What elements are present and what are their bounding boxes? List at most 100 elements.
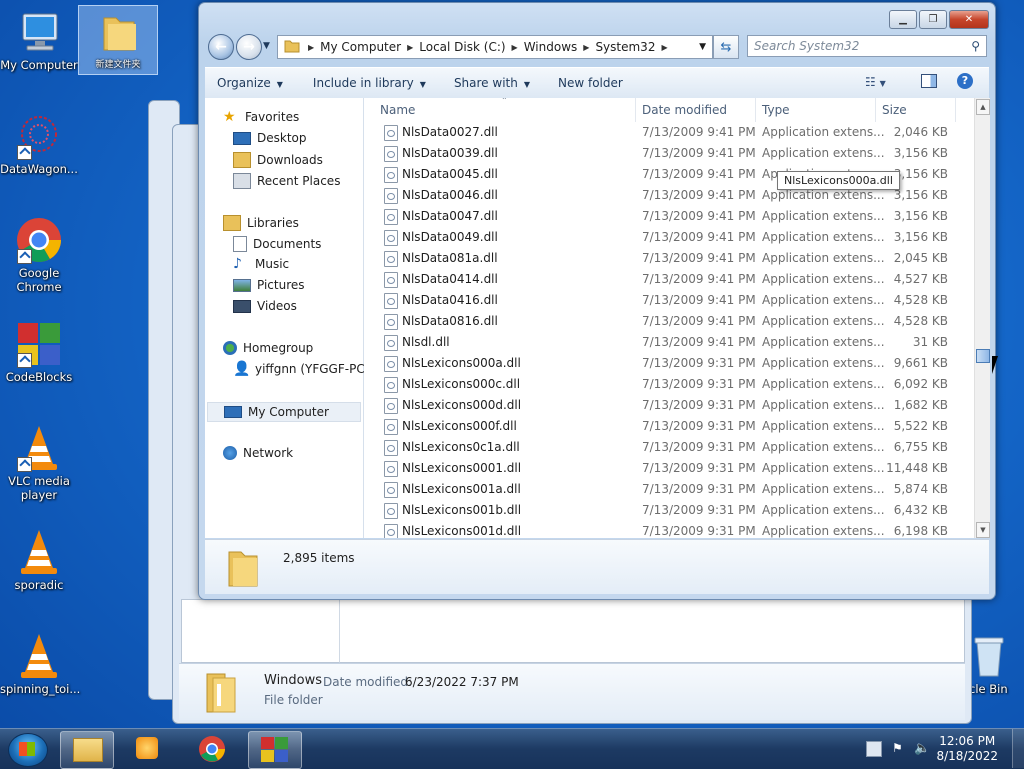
vertical-scrollbar[interactable]: ▲ ▼ xyxy=(974,98,990,538)
nav-documents[interactable]: Documents xyxy=(233,236,321,252)
file-type: Application extens... xyxy=(762,146,885,160)
change-view-button[interactable]: ☷ ▼ xyxy=(865,75,886,89)
nav-user[interactable]: 👤 yiffgnn (YFGGF-PC) xyxy=(233,362,369,376)
file-row[interactable]: NlsData0416.dll 7/13/2009 9:41 PM Applicat… xyxy=(364,290,974,311)
file-size: 4,528 KB xyxy=(893,314,948,328)
help-button[interactable]: ? xyxy=(957,73,973,89)
desktop-icon-vlc[interactable]: VLC media player xyxy=(0,424,78,502)
network-tray-icon[interactable] xyxy=(866,741,882,757)
desktop-icon-label: 新建文件夹 xyxy=(95,60,141,70)
file-row[interactable]: NlsLexicons0c1a.dll 7/13/2009 9:31 PM Appl… xyxy=(364,437,974,458)
show-desktop-button[interactable] xyxy=(1012,729,1024,768)
file-name: NlsData0414.dll xyxy=(402,272,498,286)
file-row[interactable]: NlsData0414.dll 7/13/2009 9:41 PM Applicat… xyxy=(364,269,974,290)
file-row[interactable]: NlsData0049.dll 7/13/2009 9:41 PM Applicat… xyxy=(364,227,974,248)
maximize-button[interactable]: ❐ xyxy=(919,10,947,29)
column-header-name[interactable]: Name xyxy=(374,98,636,122)
recent-pages-dropdown[interactable]: ▼ xyxy=(263,41,270,51)
nav-favorites[interactable]: ★ Favorites xyxy=(223,110,299,124)
file-row[interactable]: NlsLexicons001d.dll 7/13/2009 9:31 PM Appl… xyxy=(364,521,974,538)
taskbar-chrome-button[interactable] xyxy=(186,731,238,767)
nav-homegroup[interactable]: Homegroup xyxy=(223,341,313,355)
file-row[interactable]: NlsLexicons000d.dll 7/13/2009 9:31 PM Appl… xyxy=(364,395,974,416)
file-row[interactable]: NlsLexicons000c.dll 7/13/2009 9:31 PM Appl… xyxy=(364,374,974,395)
scrollbar-thumb[interactable] xyxy=(976,349,990,363)
nav-pictures[interactable]: Pictures xyxy=(233,278,305,292)
nav-music[interactable]: ♪ Music xyxy=(233,257,289,271)
close-button[interactable]: ✕ xyxy=(949,10,989,29)
file-row[interactable]: NlsData0047.dll 7/13/2009 9:41 PM Applicat… xyxy=(364,206,974,227)
dll-file-icon xyxy=(384,314,398,330)
breadcrumb-local-disk[interactable]: Local Disk (C:) xyxy=(413,40,511,54)
new-folder-button[interactable]: New folder xyxy=(546,76,635,90)
file-row[interactable]: NlsData0816.dll 7/13/2009 9:41 PM Applicat… xyxy=(364,311,974,332)
file-name: NlsData0027.dll xyxy=(402,125,498,139)
file-row[interactable]: NlsLexicons000f.dll 7/13/2009 9:31 PM Appl… xyxy=(364,416,974,437)
file-name: NlsLexicons001a.dll xyxy=(402,482,521,496)
forward-button[interactable]: → xyxy=(236,34,262,60)
organize-menu[interactable]: Organize ▼ xyxy=(205,76,295,90)
desktop-icon-label: sporadic xyxy=(14,578,64,592)
column-header-type[interactable]: Type xyxy=(756,98,876,122)
dll-file-icon xyxy=(384,335,398,351)
file-row[interactable]: NlsLexicons000a.dll 7/13/2009 9:31 PM Appl… xyxy=(364,353,974,374)
nav-downloads[interactable]: Downloads xyxy=(233,152,323,168)
nav-libraries[interactable]: Libraries xyxy=(223,215,299,231)
shortcut-arrow-icon xyxy=(17,249,32,264)
file-type: Application extens... xyxy=(762,293,885,307)
file-size: 1,682 KB xyxy=(893,398,948,412)
address-dropdown-icon[interactable]: ▼ xyxy=(699,42,706,52)
preview-pane-button[interactable] xyxy=(921,74,937,88)
breadcrumb-windows[interactable]: Windows xyxy=(518,40,584,54)
scroll-up-button[interactable]: ▲ xyxy=(976,99,990,115)
desktop-icon-my-computer[interactable]: My Computer xyxy=(0,8,78,72)
desktop-icon-spinning[interactable]: spinning_toi... xyxy=(0,632,80,696)
file-name: NlsLexicons001b.dll xyxy=(402,503,522,517)
taskbar-explorer-button[interactable] xyxy=(60,731,114,769)
action-center-flag-icon[interactable]: ⚑ xyxy=(892,741,906,755)
file-row[interactable]: NlsLexicons001a.dll 7/13/2009 9:31 PM Appl… xyxy=(364,479,974,500)
nav-desktop[interactable]: Desktop xyxy=(233,131,307,145)
search-input[interactable]: Search System32 ⚲ xyxy=(747,35,987,57)
desktop-icon-new-folder[interactable]: 新建文件夹 xyxy=(78,5,158,75)
nav-recent-places[interactable]: Recent Places xyxy=(233,173,340,189)
taskbar-clock[interactable]: 12:06 PM 8/18/2022 xyxy=(936,734,998,764)
nav-my-computer[interactable]: My Computer xyxy=(207,402,361,422)
file-type: Application extens... xyxy=(762,125,885,139)
desktop-icon-sporadic[interactable]: sporadic xyxy=(0,528,78,592)
file-row[interactable]: Nlsdl.dll 7/13/2009 9:41 PM Application ex… xyxy=(364,332,974,353)
start-button[interactable] xyxy=(8,733,48,767)
refresh-button[interactable]: ⇆ xyxy=(713,35,739,59)
desktop-icon-codeblocks[interactable]: CodeBlocks xyxy=(0,320,78,384)
scroll-down-button[interactable]: ▼ xyxy=(976,522,990,538)
minimize-button[interactable]: ▁ xyxy=(889,10,917,29)
include-in-library-menu[interactable]: Include in library ▼ xyxy=(301,76,438,90)
desktop-icon-chrome[interactable]: Google Chrome xyxy=(0,216,78,294)
file-row[interactable]: NlsData0027.dll 7/13/2009 9:41 PM Applicat… xyxy=(364,122,974,143)
nav-videos[interactable]: Videos xyxy=(233,299,297,313)
desktop-icon-datawagon[interactable]: DataWagon... xyxy=(0,112,78,176)
file-row[interactable]: NlsLexicons001b.dll 7/13/2009 9:31 PM Appl… xyxy=(364,500,974,521)
caption-buttons: ▁ ❐ ✕ xyxy=(887,10,989,29)
column-header-size[interactable]: Size xyxy=(876,98,956,122)
volume-icon[interactable]: 🔈 xyxy=(914,741,930,756)
nav-network[interactable]: Network xyxy=(223,446,293,460)
breadcrumb-system32[interactable]: System32 xyxy=(589,40,661,54)
file-type: Application extens... xyxy=(762,356,885,370)
taskbar-media-player-button[interactable] xyxy=(122,731,174,767)
file-row[interactable]: NlsData081a.dll 7/13/2009 9:41 PM Applicat… xyxy=(364,248,974,269)
file-row[interactable]: NlsLexicons0001.dll 7/13/2009 9:31 PM Appl… xyxy=(364,458,974,479)
file-size: 4,528 KB xyxy=(893,293,948,307)
breadcrumb-separator-icon[interactable]: ▶ xyxy=(661,43,667,52)
share-with-menu[interactable]: Share with ▼ xyxy=(442,76,542,90)
computer-icon xyxy=(15,8,63,56)
file-size: 3,156 KB xyxy=(893,167,948,181)
taskbar-codeblocks-button[interactable] xyxy=(248,731,302,769)
back-button[interactable]: ← xyxy=(208,34,234,60)
breadcrumb-my-computer[interactable]: My Computer xyxy=(314,40,407,54)
address-bar[interactable]: ▶ My Computer ▶ Local Disk (C:) ▶ Window… xyxy=(277,35,713,59)
file-date-modified: 7/13/2009 9:41 PM xyxy=(642,314,756,328)
column-header-date[interactable]: Date modified xyxy=(636,98,756,122)
explorer-window[interactable]: ▁ ❐ ✕ ← → ▼ ▶ My Computer ▶ Local Disk (… xyxy=(198,2,996,600)
file-row[interactable]: NlsData0039.dll 7/13/2009 9:41 PM Applicat… xyxy=(364,143,974,164)
